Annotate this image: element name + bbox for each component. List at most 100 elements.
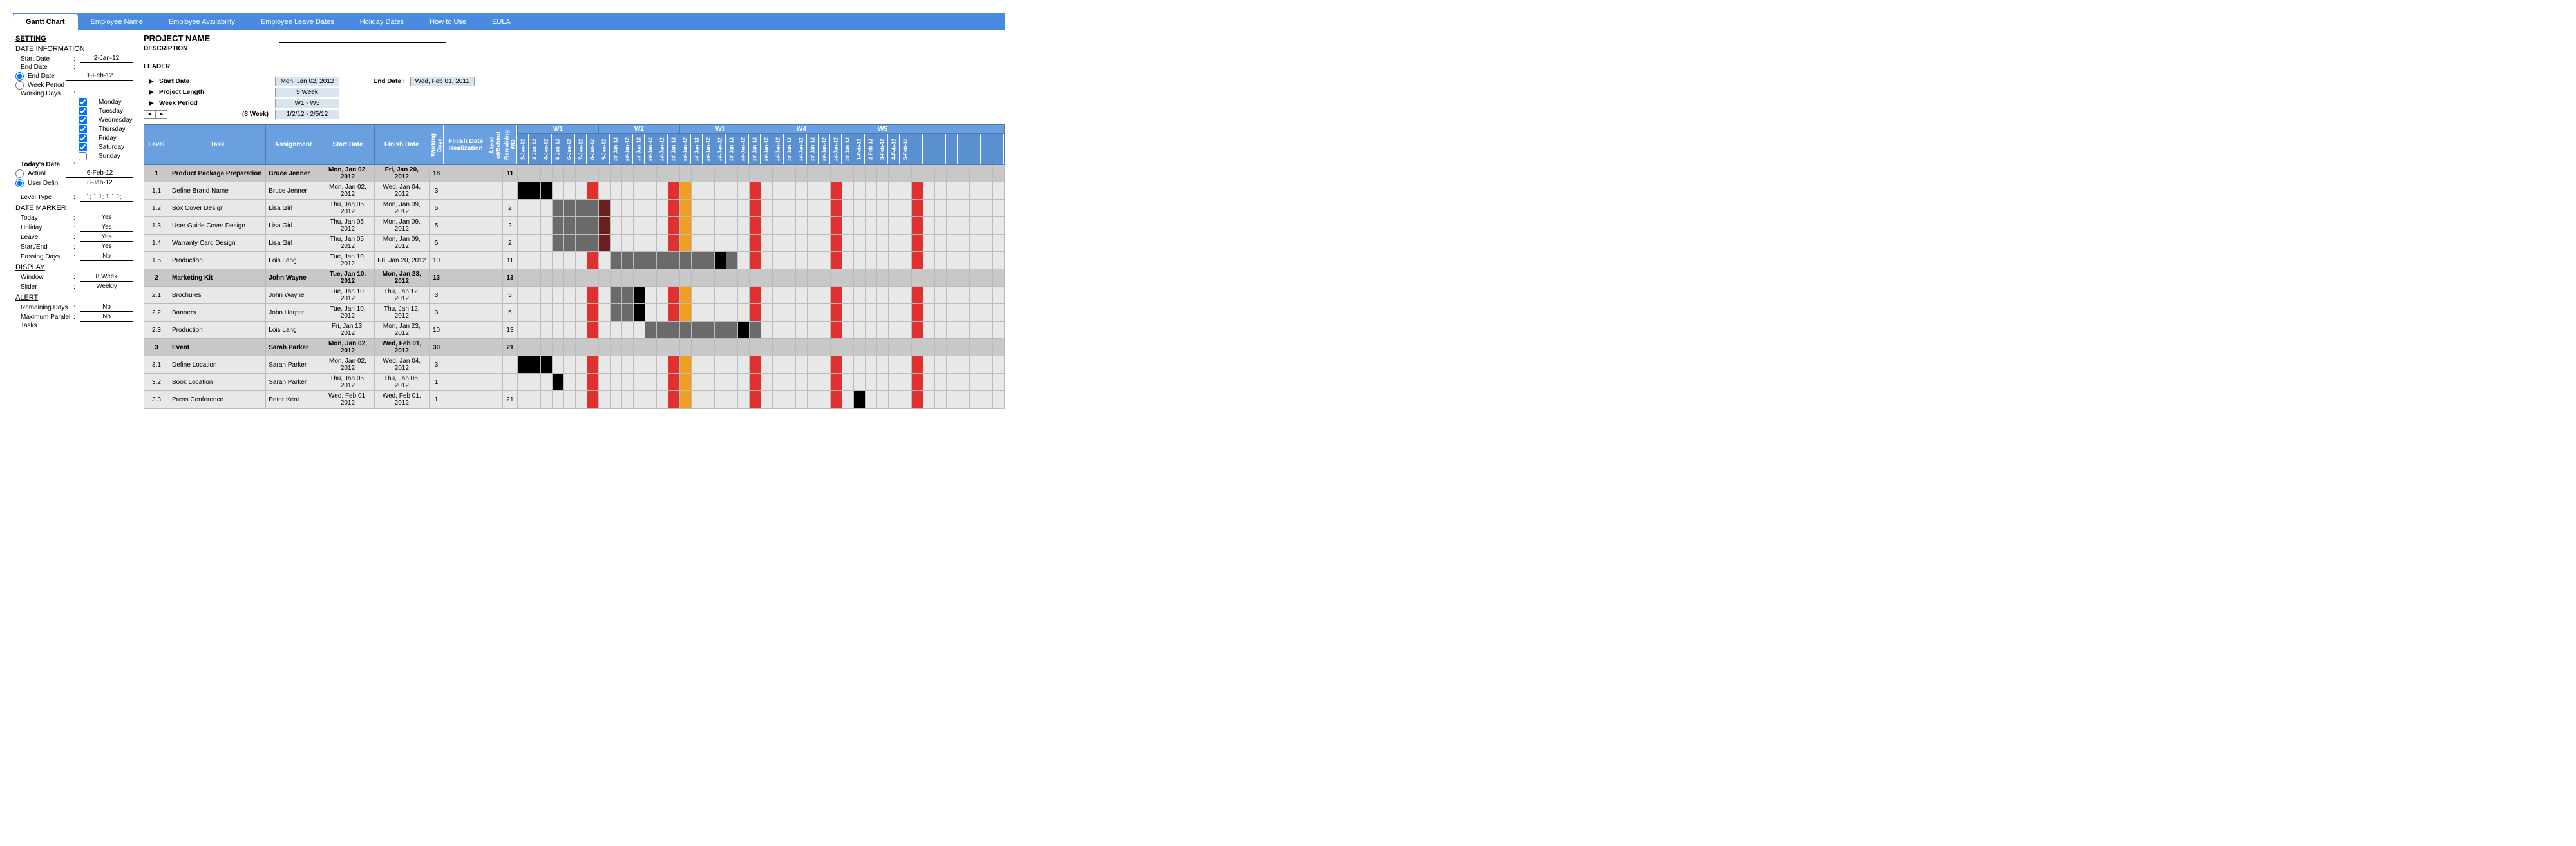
gantt-cell[interactable]: [865, 235, 876, 252]
gantt-cell[interactable]: [703, 165, 714, 182]
gantt-cell[interactable]: [830, 182, 842, 200]
gantt-cell[interactable]: [888, 182, 900, 200]
cell-rwd[interactable]: 11: [502, 252, 517, 269]
gantt-cell[interactable]: [969, 182, 981, 200]
cell-start[interactable]: Tue, Jan 10, 2012: [321, 304, 374, 322]
gantt-cell[interactable]: [795, 200, 807, 217]
gantt-cell[interactable]: [761, 217, 772, 235]
cell-level[interactable]: 2: [144, 269, 169, 287]
cell-wd[interactable]: 5: [429, 235, 444, 252]
gantt-cell[interactable]: [610, 165, 621, 182]
gantt-cell[interactable]: [888, 374, 900, 391]
gantt-cell[interactable]: [784, 217, 795, 235]
cell-wd[interactable]: 10: [429, 252, 444, 269]
cell-level[interactable]: 1: [144, 165, 169, 182]
cell-start[interactable]: Thu, Jan 05, 2012: [321, 217, 374, 235]
gantt-cell[interactable]: [865, 165, 876, 182]
gantt-cell[interactable]: [598, 269, 610, 287]
gantt-cell[interactable]: [888, 322, 900, 339]
gantt-cell[interactable]: [923, 391, 934, 409]
gantt-cell[interactable]: [691, 322, 703, 339]
cell-assign[interactable]: Lois Lang: [266, 322, 321, 339]
gantt-cell[interactable]: [992, 217, 1004, 235]
gantt-cell[interactable]: [923, 339, 934, 356]
cell-real[interactable]: [444, 269, 488, 287]
gantt-cell[interactable]: [679, 391, 691, 409]
gantt-cell[interactable]: [737, 182, 749, 200]
tab-gantt-chart[interactable]: Gantt Chart: [13, 14, 78, 30]
gantt-cell[interactable]: [876, 356, 888, 374]
gantt-cell[interactable]: [564, 182, 575, 200]
gantt-cell[interactable]: [714, 374, 726, 391]
gantt-cell[interactable]: [842, 304, 853, 322]
gantt-cell[interactable]: [668, 235, 679, 252]
gantt-cell[interactable]: [529, 391, 540, 409]
gantt-cell[interactable]: [969, 304, 981, 322]
leader-input[interactable]: [279, 62, 446, 70]
cell-rwd[interactable]: 5: [502, 287, 517, 304]
gantt-cell[interactable]: [552, 287, 564, 304]
table-row[interactable]: 3.3Press ConferencePeter KentWed, Feb 01…: [144, 391, 1005, 409]
gantt-cell[interactable]: [923, 217, 934, 235]
description-input[interactable]: [279, 44, 446, 52]
cell-level[interactable]: 2.3: [144, 322, 169, 339]
cell-finish[interactable]: Thu, Jan 12, 2012: [375, 287, 429, 304]
gantt-cell[interactable]: [876, 252, 888, 269]
gantt-cell[interactable]: [587, 339, 598, 356]
gantt-cell[interactable]: [819, 391, 830, 409]
table-row[interactable]: 1.3User Guide Cover DesignLisa GirlThu, …: [144, 217, 1005, 235]
gantt-cell[interactable]: [656, 252, 668, 269]
gantt-cell[interactable]: [564, 217, 575, 235]
gantt-cell[interactable]: [969, 252, 981, 269]
gantt-cell[interactable]: [969, 339, 981, 356]
cell-level[interactable]: 3.3: [144, 391, 169, 409]
gantt-cell[interactable]: [888, 339, 900, 356]
gantt-cell[interactable]: [656, 304, 668, 322]
gantt-cell[interactable]: [842, 235, 853, 252]
gantt-cell[interactable]: [656, 287, 668, 304]
table-row[interactable]: 2.3ProductionLois LangFri, Jan 13, 2012M…: [144, 322, 1005, 339]
cell-task[interactable]: Brochures: [169, 287, 265, 304]
gantt-cell[interactable]: [656, 356, 668, 374]
gantt-cell[interactable]: [876, 200, 888, 217]
gantt-cell[interactable]: [807, 391, 819, 409]
gantt-cell[interactable]: [876, 182, 888, 200]
gantt-cell[interactable]: [575, 200, 587, 217]
cell-finish[interactable]: Mon, Jan 09, 2012: [375, 235, 429, 252]
gantt-cell[interactable]: [842, 339, 853, 356]
cell-finish[interactable]: Mon, Jan 23, 2012: [375, 269, 429, 287]
cell-assign[interactable]: Bruce Jenner: [266, 165, 321, 182]
gantt-cell[interactable]: [900, 339, 911, 356]
gantt-cell[interactable]: [598, 200, 610, 217]
gantt-cell[interactable]: [946, 356, 958, 374]
gantt-cell[interactable]: [529, 356, 540, 374]
gantt-cell[interactable]: [679, 374, 691, 391]
gantt-cell[interactable]: [934, 339, 946, 356]
gantt-cell[interactable]: [726, 322, 737, 339]
gantt-cell[interactable]: [992, 304, 1004, 322]
gantt-cell[interactable]: [517, 339, 529, 356]
gantt-cell[interactable]: [784, 322, 795, 339]
gantt-cell[interactable]: [621, 339, 633, 356]
gantt-cell[interactable]: [691, 339, 703, 356]
gantt-cell[interactable]: [761, 269, 772, 287]
gantt-cell[interactable]: [923, 287, 934, 304]
gantt-cell[interactable]: [981, 287, 992, 304]
gantt-cell[interactable]: [737, 356, 749, 374]
cell-wd[interactable]: 1: [429, 374, 444, 391]
gantt-cell[interactable]: [876, 374, 888, 391]
gantt-cell[interactable]: [992, 182, 1004, 200]
gantt-cell[interactable]: [668, 322, 679, 339]
gantt-cell[interactable]: [610, 339, 621, 356]
cell-task[interactable]: Event: [169, 339, 265, 356]
gantt-cell[interactable]: [992, 339, 1004, 356]
gantt-cell[interactable]: [876, 217, 888, 235]
gantt-cell[interactable]: [772, 391, 784, 409]
gantt-cell[interactable]: [714, 269, 726, 287]
end-date-value[interactable]: 1-Feb-12: [66, 72, 133, 81]
gantt-cell[interactable]: [761, 374, 772, 391]
gantt-cell[interactable]: [981, 235, 992, 252]
gantt-cell[interactable]: [819, 252, 830, 269]
gantt-cell[interactable]: [598, 322, 610, 339]
gantt-cell[interactable]: [795, 269, 807, 287]
